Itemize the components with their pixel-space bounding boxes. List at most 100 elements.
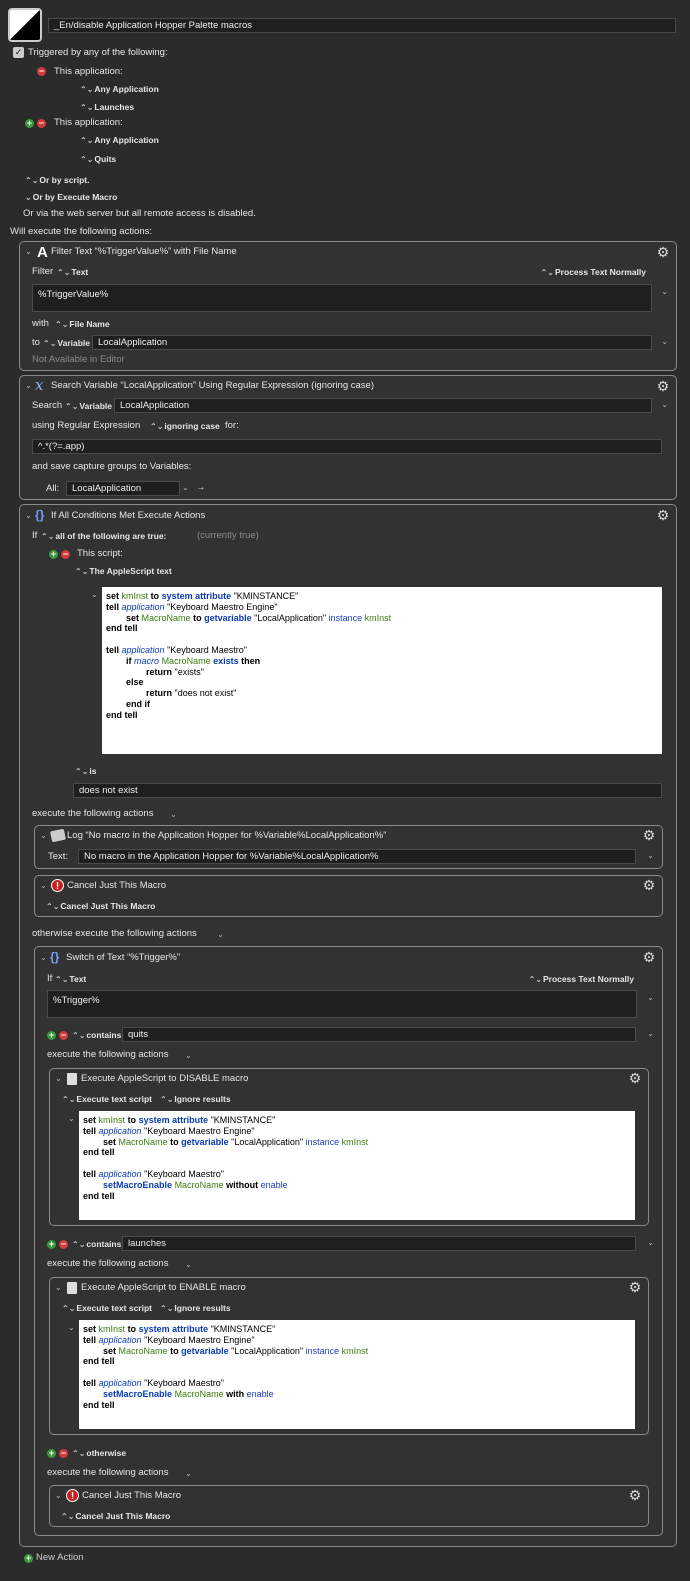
- switch-action[interactable]: ⌄ {} Switch of Text “%Trigger%” ⚙ If ⌃⌄T…: [34, 946, 663, 1536]
- results-select[interactable]: ⌃⌄Ignore results: [160, 1093, 231, 1106]
- gear-icon[interactable]: ⚙: [628, 1280, 642, 1294]
- to-type-select[interactable]: ⌃⌄Variable: [43, 337, 90, 350]
- case2-value-field[interactable]: launches: [122, 1236, 636, 1251]
- otherwise-label: otherwise execute the following actions: [32, 928, 197, 939]
- plus-icon[interactable]: +: [25, 119, 34, 128]
- gear-icon[interactable]: ⚙: [656, 245, 670, 259]
- filter-text-field[interactable]: %TriggerValue%: [32, 284, 652, 312]
- minus-icon[interactable]: −: [59, 1031, 68, 1040]
- trigger-checkbox[interactable]: ✓: [13, 47, 24, 58]
- chevron-down-icon[interactable]: ⌄: [25, 247, 32, 257]
- chevron-down-icon[interactable]: ⌄: [647, 1238, 654, 1248]
- disable-applescript-action[interactable]: ⌄ Execute AppleScript to DISABLE macro ⚙…: [49, 1068, 649, 1226]
- enable-applescript-action[interactable]: ⌄ Execute AppleScript to ENABLE macro ⚙ …: [49, 1277, 649, 1435]
- condition-mode-select[interactable]: ⌃⌄all of the following are true:: [41, 530, 166, 543]
- cancel-action[interactable]: ⌄ ! Cancel Just This Macro ⚙ ⌃⌄Cancel Ju…: [34, 875, 663, 917]
- minus-icon[interactable]: −: [59, 1449, 68, 1458]
- search-type-select[interactable]: ⌃⌄Variable: [65, 400, 112, 413]
- script-type-select[interactable]: ⌃⌄The AppleScript text: [75, 565, 172, 578]
- chevron-down-icon[interactable]: ⌄: [647, 993, 654, 1003]
- plus-icon[interactable]: +: [49, 550, 58, 559]
- log-action[interactable]: ⌄ Log “No macro in the Application Hoppe…: [34, 825, 663, 869]
- or-by-script[interactable]: ⌃⌄Or by script.: [25, 174, 89, 187]
- trigger2-event-select[interactable]: ⌃⌄Quits: [80, 153, 116, 166]
- disable-script-editor[interactable]: set kmInst to system attribute "KMINSTAN…: [79, 1111, 635, 1220]
- minus-icon[interactable]: −: [37, 119, 46, 128]
- chevron-down-icon[interactable]: ⌄: [55, 1074, 62, 1084]
- gear-icon[interactable]: ⚙: [628, 1071, 642, 1085]
- chevron-down-icon[interactable]: ⌄: [25, 511, 32, 521]
- is-value-field[interactable]: does not exist: [73, 783, 662, 798]
- trigger1-event-select[interactable]: ⌃⌄Launches: [80, 101, 134, 114]
- trigger1-app-select[interactable]: ⌃⌄Any Application: [80, 83, 159, 96]
- chevron-down-icon[interactable]: ⌄: [68, 1114, 75, 1124]
- filter-action[interactable]: ⌄ A Filter Text “%TriggerValue%” with Fi…: [19, 241, 677, 371]
- chevron-down-icon[interactable]: ⌄: [55, 1283, 62, 1293]
- trigger2-app-select[interactable]: ⌃⌄Any Application: [80, 134, 159, 147]
- chevron-down-icon[interactable]: ⌄: [661, 337, 668, 347]
- filter-source-select[interactable]: ⌃⌄Text: [57, 266, 88, 279]
- chevron-down-icon[interactable]: ⌄: [661, 287, 668, 297]
- if-action[interactable]: ⌄ {} If All Conditions Met Execute Actio…: [19, 504, 677, 1547]
- minus-icon[interactable]: −: [59, 1240, 68, 1249]
- gear-icon[interactable]: ⚙: [642, 828, 656, 842]
- cancel-option-select[interactable]: ⌃⌄Cancel Just This Macro: [61, 1510, 170, 1523]
- macro-icon[interactable]: [8, 8, 42, 42]
- chevron-down-icon[interactable]: ⌄: [40, 831, 47, 841]
- switch-text-field[interactable]: %Trigger%: [47, 990, 637, 1018]
- chevron-down-icon[interactable]: ⌄: [40, 953, 47, 963]
- chevron-down-icon[interactable]: ⌄: [91, 590, 98, 600]
- gear-icon[interactable]: ⚙: [628, 1488, 642, 1502]
- enable-script-editor[interactable]: set kmInst to system attribute "KMINSTAN…: [79, 1320, 635, 1429]
- case2-op-select[interactable]: ⌃⌄contains: [72, 1238, 121, 1251]
- cancel-option-select[interactable]: ⌃⌄Cancel Just This Macro: [46, 900, 155, 913]
- minus-icon[interactable]: −: [61, 550, 70, 559]
- regex-field[interactable]: ^.*(?=.app): [32, 439, 662, 454]
- case3-op-select[interactable]: ⌃⌄otherwise: [72, 1447, 126, 1460]
- chevron-down-icon[interactable]: ⌄: [25, 381, 32, 391]
- chevron-down-icon[interactable]: ⌄: [68, 1323, 75, 1333]
- plus-icon[interactable]: +: [47, 1240, 56, 1249]
- is-select[interactable]: ⌃⌄is: [75, 765, 97, 778]
- switch-source-select[interactable]: ⌃⌄Text: [55, 973, 86, 986]
- gear-icon[interactable]: ⚙: [642, 950, 656, 964]
- add-variable-arrow[interactable]: →: [196, 482, 206, 494]
- search-variable-field[interactable]: LocalApplication: [114, 398, 652, 413]
- case1-value-field[interactable]: quits: [122, 1027, 636, 1042]
- cancel-action[interactable]: ⌄ ! Cancel Just This Macro ⚙ ⌃⌄Cancel Ju…: [49, 1485, 649, 1527]
- chevron-down-icon[interactable]: ⌄: [185, 1260, 192, 1270]
- case1-op-select[interactable]: ⌃⌄contains: [72, 1029, 121, 1042]
- case-select[interactable]: ⌃⌄ignoring case: [150, 420, 220, 433]
- new-action-button[interactable]: New Action: [36, 1552, 84, 1564]
- results-select[interactable]: ⌃⌄Ignore results: [160, 1302, 231, 1315]
- plus-icon[interactable]: +: [24, 1554, 33, 1563]
- plus-icon[interactable]: +: [47, 1031, 56, 1040]
- gear-icon[interactable]: ⚙: [656, 508, 670, 522]
- chevron-down-icon[interactable]: ⌄: [170, 810, 177, 820]
- execute-mode-select[interactable]: ⌃⌄Execute text script: [62, 1093, 152, 1106]
- process-text-select[interactable]: ⌃⌄Process Text Normally: [529, 973, 634, 986]
- or-by-execute-macro[interactable]: ⌄Or by Execute Macro: [25, 191, 117, 204]
- chevron-down-icon[interactable]: ⌄: [647, 1029, 654, 1039]
- search-action[interactable]: ⌄ 𝑥 Search Variable “LocalApplication” U…: [19, 375, 677, 500]
- gear-icon[interactable]: ⚙: [656, 379, 670, 393]
- chevron-down-icon[interactable]: ⌄: [647, 851, 654, 861]
- chevron-down-icon[interactable]: ⌄: [217, 930, 224, 940]
- all-variable-field[interactable]: LocalApplication: [66, 481, 180, 496]
- gear-icon[interactable]: ⚙: [642, 878, 656, 892]
- to-variable-field[interactable]: LocalApplication: [92, 335, 652, 350]
- macro-name-field[interactable]: _En/disable Application Hopper Palette m…: [48, 18, 676, 33]
- execute-mode-select[interactable]: ⌃⌄Execute text script: [62, 1302, 152, 1315]
- with-select[interactable]: ⌃⌄File Name: [55, 318, 110, 331]
- chevron-down-icon[interactable]: ⌄: [182, 483, 189, 493]
- chevron-down-icon[interactable]: ⌄: [185, 1051, 192, 1061]
- process-text-select[interactable]: ⌃⌄Process Text Normally: [541, 266, 646, 279]
- chevron-down-icon[interactable]: ⌄: [40, 881, 47, 891]
- plus-icon[interactable]: +: [47, 1449, 56, 1458]
- chevron-down-icon[interactable]: ⌄: [55, 1491, 62, 1501]
- minus-icon[interactable]: −: [37, 67, 46, 76]
- chevron-down-icon[interactable]: ⌄: [185, 1469, 192, 1479]
- log-text-field[interactable]: No macro in the Application Hopper for %…: [78, 849, 636, 864]
- chevron-down-icon[interactable]: ⌄: [661, 400, 668, 410]
- condition-script-editor[interactable]: set kmInst to system attribute "KMINSTAN…: [102, 587, 662, 754]
